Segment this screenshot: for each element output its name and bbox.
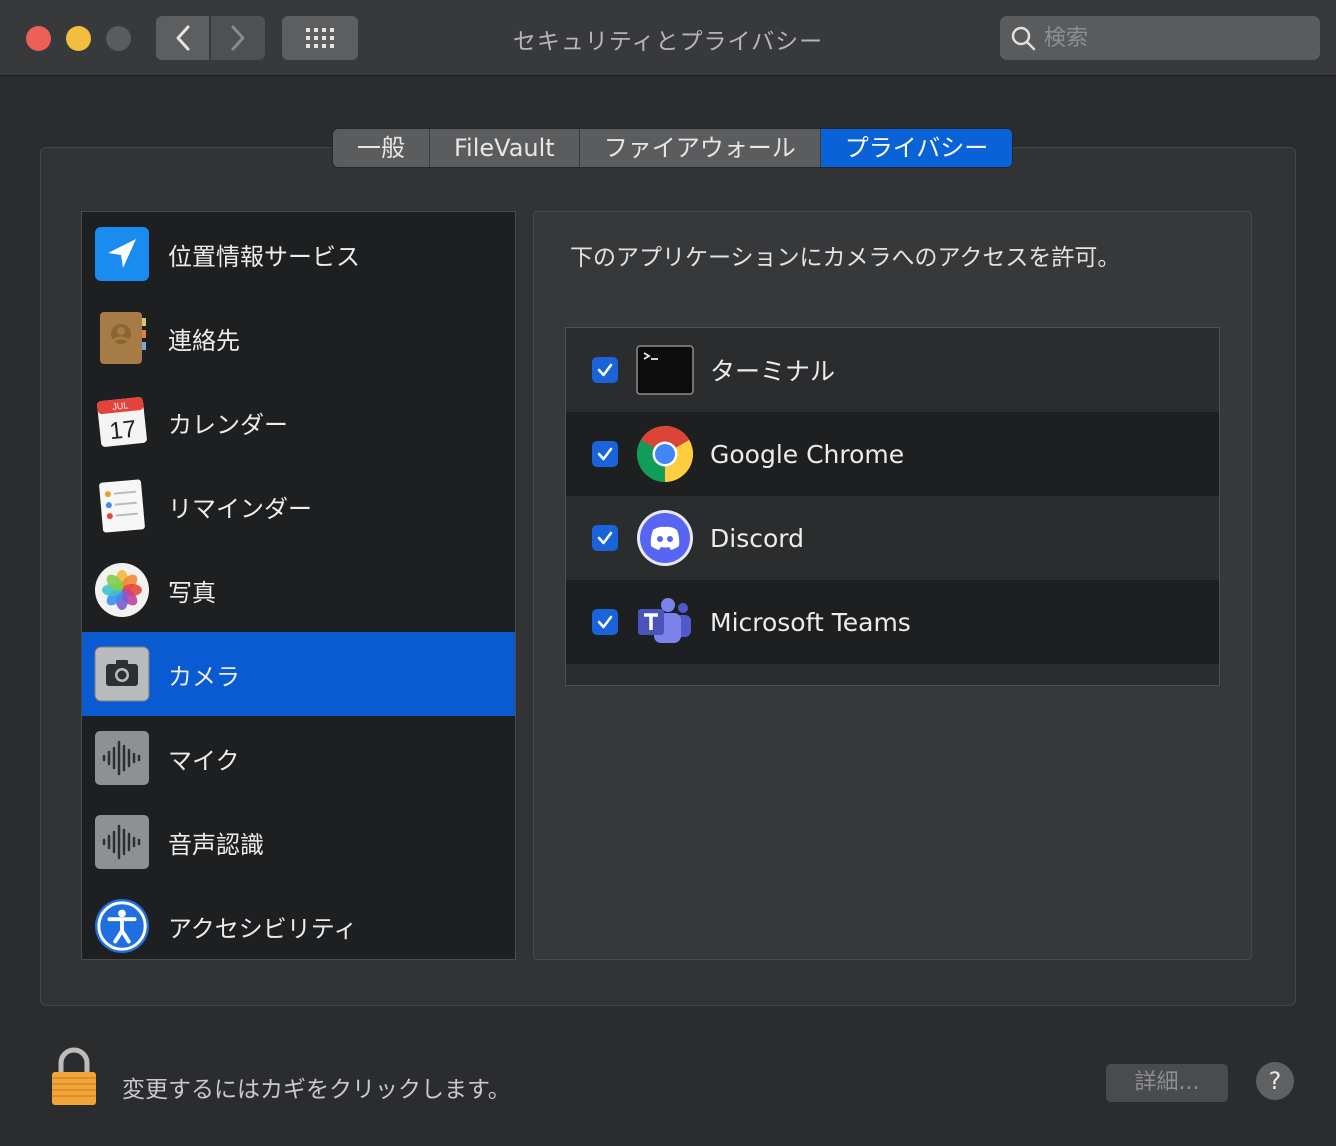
svg-text:17: 17	[108, 416, 137, 446]
tab-firewall[interactable]: ファイアウォール	[579, 129, 821, 167]
tab-privacy[interactable]: プライバシー	[820, 129, 1013, 167]
search-input[interactable]	[1042, 24, 1306, 52]
title-bar: セキュリティとプライバシー	[0, 0, 1336, 76]
search-icon	[1011, 26, 1036, 51]
svg-text:JUL: JUL	[112, 400, 129, 412]
sidebar-item-contacts[interactable]: 連絡先	[82, 296, 515, 380]
checkmark-icon	[597, 531, 613, 545]
app-row-google-chrome[interactable]: Google Chrome	[566, 412, 1219, 496]
app-name: Microsoft Teams	[710, 607, 911, 637]
camera-icon	[94, 646, 150, 702]
app-checkbox[interactable]	[592, 357, 618, 383]
sidebar-item-label: アクセシビリティ	[168, 914, 358, 943]
privacy-category-list: 位置情報サービス 連絡先 JUL 17 カレンダー リマインダー 写真 カメラ …	[81, 211, 516, 960]
sidebar-item-microphone[interactable]: マイク	[82, 716, 515, 800]
access-description: 下のアプリケーションにカメラへのアクセスを許可。	[570, 245, 1121, 271]
app-checkbox[interactable]	[592, 525, 618, 551]
sidebar-item-label: 位置情報サービス	[168, 242, 360, 271]
app-checkbox[interactable]	[592, 609, 618, 635]
app-name: Google Chrome	[710, 439, 905, 469]
app-name: Discord	[710, 523, 804, 553]
details-button[interactable]: 詳細...	[1106, 1064, 1228, 1102]
checkmark-icon	[597, 615, 613, 629]
camera-access-pane: 下のアプリケーションにカメラへのアクセスを許可。 ターミナル Google Ch…	[533, 211, 1252, 960]
sidebar-item-reminders[interactable]: リマインダー	[82, 464, 515, 548]
sidebar-item-label: 連絡先	[168, 326, 240, 355]
app-list[interactable]: ターミナル Google Chrome Discord Microsoft Te…	[565, 327, 1220, 686]
sidebar-item-label: 音声認識	[168, 830, 264, 859]
discord-icon	[636, 509, 694, 567]
terminal-icon	[636, 341, 694, 399]
chrome-icon	[636, 425, 694, 483]
app-checkbox[interactable]	[592, 441, 618, 467]
app-row-microsoft-teams[interactable]: Microsoft Teams	[566, 580, 1219, 664]
tab-filevault[interactable]: FileVault	[430, 129, 580, 167]
lock-instruction: 変更するにはカギをクリックします。	[122, 1077, 511, 1103]
app-name: ターミナル	[710, 357, 836, 386]
lock-icon[interactable]	[48, 1045, 100, 1109]
reminders-icon	[94, 478, 150, 534]
photos-icon	[94, 562, 150, 618]
teams-icon	[636, 593, 694, 651]
contacts-book-icon	[94, 310, 150, 366]
sidebar-item-label: カレンダー	[168, 410, 288, 439]
calendar-icon: JUL 17	[94, 394, 150, 450]
sidebar-item-label: マイク	[168, 746, 240, 775]
sidebar-item-photos[interactable]: 写真	[82, 548, 515, 632]
sidebar-item-label: 写真	[168, 578, 216, 607]
sidebar-item-calendar[interactable]: JUL 17 カレンダー	[82, 380, 515, 464]
app-icon-partial	[636, 677, 694, 685]
help-button[interactable]: ?	[1256, 1062, 1294, 1100]
sidebar-item-camera[interactable]: カメラ	[82, 632, 515, 716]
sidebar-item-speech-recognition[interactable]: 音声認識	[82, 800, 515, 884]
app-row-partial[interactable]	[566, 664, 1219, 685]
tab-general[interactable]: 一般	[333, 129, 430, 167]
tab-bar: 一般 FileVault ファイアウォール プライバシー	[332, 128, 1014, 168]
search-field[interactable]	[1000, 16, 1320, 60]
sidebar-item-location-services[interactable]: 位置情報サービス	[82, 212, 515, 296]
sidebar-item-label: リマインダー	[168, 494, 312, 523]
sidebar-item-label: カメラ	[168, 662, 240, 691]
app-row-discord[interactable]: Discord	[566, 496, 1219, 580]
checkmark-icon	[597, 447, 613, 461]
accessibility-icon	[94, 898, 150, 954]
speech-recognition-icon	[94, 814, 150, 870]
sidebar-item-accessibility[interactable]: アクセシビリティ	[82, 884, 515, 968]
microphone-waveform-icon	[94, 730, 150, 786]
app-row-terminal[interactable]: ターミナル	[566, 328, 1219, 412]
checkmark-icon	[597, 363, 613, 377]
location-arrow-icon	[94, 226, 150, 282]
